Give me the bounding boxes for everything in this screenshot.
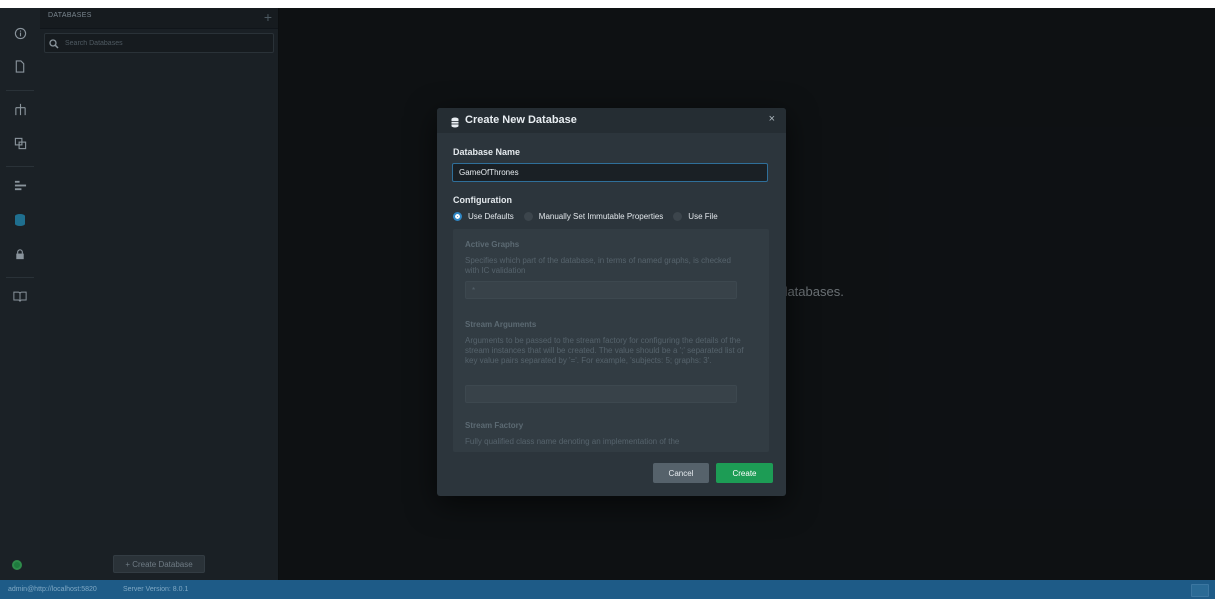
configuration-options: Use Defaults Manually Set Immutable Prop…: [453, 212, 728, 221]
property-title: Stream Factory: [465, 421, 524, 430]
connection-status-icon: [12, 560, 22, 570]
option-use-file[interactable]: Use File: [673, 212, 718, 221]
query-icon[interactable]: [9, 174, 31, 196]
databases-sidebar: DATABASES + + Create Database: [40, 8, 279, 580]
property-title: Active Graphs: [465, 240, 520, 249]
keyboard-icon[interactable]: [1191, 584, 1209, 597]
close-icon[interactable]: ×: [769, 113, 775, 125]
property-description: Arguments to be passed to the stream fac…: [465, 336, 744, 365]
modal-title: Create New Database: [465, 114, 577, 126]
property-title: Stream Arguments: [465, 320, 537, 329]
option-use-defaults[interactable]: Use Defaults: [453, 212, 514, 221]
status-user: admin@http://localhost:5820: [8, 586, 97, 593]
search-input[interactable]: [63, 35, 267, 51]
database-icon[interactable]: [9, 209, 31, 231]
models-icon[interactable]: [9, 132, 31, 154]
rail-divider: [6, 166, 34, 167]
icon-rail: [0, 8, 41, 580]
option-manual-properties[interactable]: Manually Set Immutable Properties: [523, 212, 664, 221]
property-description: Fully qualified class name denoting an i…: [465, 437, 680, 446]
status-bar: admin@http://localhost:5820 Server Versi…: [0, 580, 1215, 599]
create-database-button[interactable]: + Create Database: [113, 555, 205, 573]
add-database-icon[interactable]: +: [264, 9, 272, 25]
sidebar-header: DATABASES +: [40, 8, 278, 29]
property-description: Specifies which part of the database, in…: [465, 256, 731, 275]
lock-icon[interactable]: [9, 243, 31, 265]
option-label: Use Defaults: [468, 212, 514, 221]
modal-header: Create New Database ×: [437, 108, 786, 133]
rail-divider: [6, 90, 34, 91]
sidebar-title: DATABASES: [48, 12, 92, 19]
search-icon: [49, 36, 59, 54]
file-icon[interactable]: [9, 55, 31, 77]
database-icon: [451, 115, 459, 133]
option-label: Manually Set Immutable Properties: [538, 212, 664, 221]
radio-unchecked-icon[interactable]: [523, 212, 533, 221]
info-icon[interactable]: [9, 22, 31, 44]
status-version: Server Version: 8.0.1: [123, 586, 189, 593]
radio-unchecked-icon[interactable]: [673, 212, 683, 221]
active-graphs-input[interactable]: *: [465, 281, 737, 299]
search-box: [44, 33, 274, 53]
hierarchy-icon[interactable]: [9, 98, 31, 120]
radio-checked-icon[interactable]: [453, 212, 462, 221]
configuration-label: Configuration: [453, 195, 512, 205]
cancel-button[interactable]: Cancel: [653, 463, 709, 483]
stream-arguments-input[interactable]: [465, 385, 737, 403]
create-database-modal: Create New Database × Database Name Conf…: [437, 108, 786, 496]
book-icon[interactable]: [9, 285, 31, 307]
database-name-input[interactable]: [452, 163, 768, 182]
configuration-properties-panel[interactable]: Active Graphs Specifies which part of th…: [453, 229, 769, 452]
create-button[interactable]: Create: [716, 463, 773, 483]
database-name-label: Database Name: [453, 147, 521, 157]
option-label: Use File: [688, 212, 718, 221]
window-top-strip: [0, 0, 1215, 8]
rail-divider: [6, 277, 34, 278]
